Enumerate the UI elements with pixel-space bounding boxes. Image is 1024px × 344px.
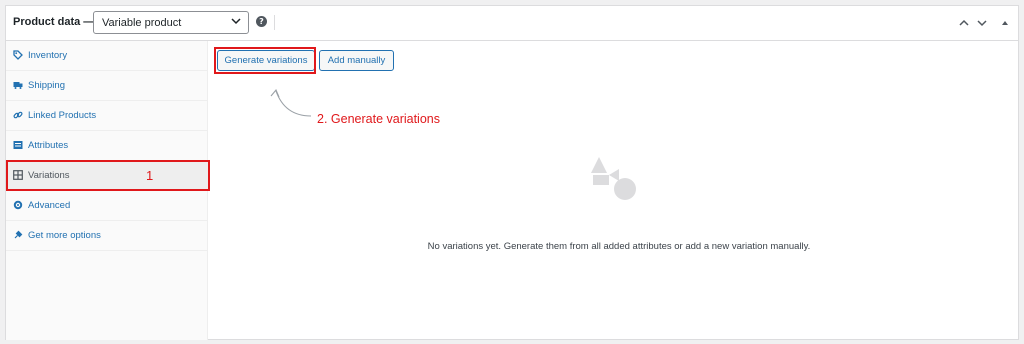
sidebar-item-label: Variations [28,170,70,181]
plugin-icon [14,230,23,239]
gear-icon [13,200,23,210]
sidebar-item-label: Attributes [28,140,69,151]
annotation-arrow-icon [270,88,312,117]
link-icon [13,111,23,119]
sidebar-item-label: Inventory [28,50,68,61]
sidebar-item-advanced[interactable]: Advanced [6,191,208,221]
chevron-down-icon[interactable] [976,17,988,29]
panel-header: Product data — Variable product ? [6,6,1018,41]
sidebar-item-linked-products[interactable]: Linked Products [6,101,208,131]
collapse-triangle-icon[interactable] [999,17,1011,29]
sidebar-item-label: Shipping [28,80,65,91]
variations-panel: Generate variations Add manually 2. Gene… [209,41,1019,340]
product-data-panel: Product data — Variable product ? Invent… [5,5,1019,340]
sidebar-item-shipping[interactable]: Shipping [6,71,208,101]
help-icon[interactable]: ? [256,16,267,27]
sidebar-item-label: Linked Products [28,110,97,121]
sidebar-item-label: Get more options [28,230,101,241]
chevron-down-icon [231,18,241,25]
sidebar-item-inventory[interactable]: Inventory [6,41,208,71]
empty-state-message: No variations yet. Generate them from al… [427,241,811,252]
header-divider [274,15,275,30]
product-type-select[interactable]: Variable product [93,11,249,34]
add-manually-button[interactable]: Add manually [319,50,394,71]
chevron-up-icon[interactable] [958,17,970,29]
panel-title: Product data — [13,16,95,28]
tag-icon [13,50,23,60]
shapes-placeholder-icon [591,157,636,200]
sidebar-item-get-more-options[interactable]: Get more options [6,221,208,251]
product-type-value: Variable product [102,17,182,29]
product-data-tabs: Inventory Shipping Linked Products Attri… [6,41,208,340]
list-icon [13,141,23,149]
truck-icon [13,82,23,89]
step-2-label: 2. Generate variations [317,112,440,126]
generate-variations-button[interactable]: Generate variations [217,50,315,71]
sidebar-item-label: Advanced [28,200,71,211]
grid-icon [13,170,23,180]
sidebar-item-variations[interactable]: Variations [6,161,208,191]
step-1-label: 1 [146,168,154,183]
sidebar-item-attributes[interactable]: Attributes [6,131,208,161]
